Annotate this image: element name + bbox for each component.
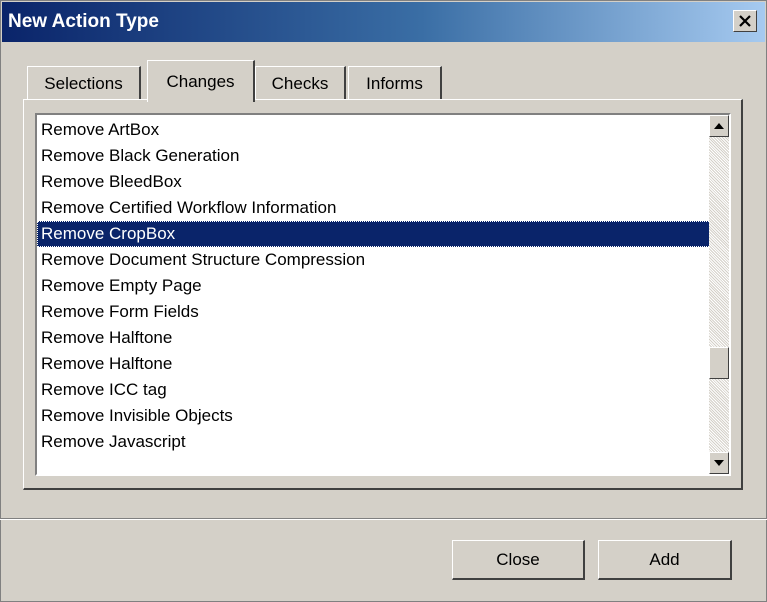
list-item[interactable]: Remove Document Structure Compression (37, 247, 711, 273)
arrow-down-icon (714, 460, 724, 466)
list-item[interactable]: Remove Halftone (37, 351, 711, 377)
list-item[interactable]: Remove Form Fields (37, 299, 711, 325)
list-items: Remove ArtBox Remove Black Generation Re… (37, 117, 711, 455)
close-icon (739, 15, 751, 27)
add-button[interactable]: Add (598, 540, 732, 580)
list-item[interactable]: Remove ICC tag (37, 377, 711, 403)
list-item[interactable]: Remove Halftone (37, 325, 711, 351)
divider-highlight (0, 519, 767, 520)
tab-label: Changes (166, 71, 235, 91)
vertical-scrollbar[interactable] (709, 115, 729, 474)
arrow-up-icon (714, 123, 724, 129)
title-bar[interactable]: New Action Type (2, 2, 765, 42)
list-item[interactable]: Remove Black Generation (37, 143, 711, 169)
list-item[interactable]: Remove Certified Workflow Information (37, 195, 711, 221)
tab-label: Selections (44, 73, 123, 93)
tab-label: Checks (271, 73, 329, 93)
add-button-label: Add (649, 549, 680, 569)
scroll-down-button[interactable] (709, 452, 729, 474)
tab-informs[interactable]: Informs (348, 66, 442, 100)
window-title: New Action Type (8, 11, 159, 32)
list-item[interactable]: Remove ArtBox (37, 117, 711, 143)
tab-selections[interactable]: Selections (27, 66, 141, 100)
scroll-up-button[interactable] (709, 115, 729, 137)
list-item[interactable]: Remove Javascript (37, 429, 711, 455)
action-type-list[interactable]: Remove ArtBox Remove Black Generation Re… (35, 113, 731, 476)
tab-checks[interactable]: Checks (255, 66, 346, 100)
tab-label: Informs (366, 73, 423, 93)
list-item[interactable]: Remove Invisible Objects (37, 403, 711, 429)
scroll-thumb[interactable] (709, 347, 729, 379)
tab-changes[interactable]: Changes (147, 60, 255, 102)
close-button[interactable]: Close (452, 540, 585, 580)
list-item-selected[interactable]: Remove CropBox (37, 221, 711, 247)
list-item[interactable]: Remove Empty Page (37, 273, 711, 299)
close-button-label: Close (496, 549, 540, 569)
list-item[interactable]: Remove BleedBox (37, 169, 711, 195)
close-window-button[interactable] (733, 10, 757, 32)
